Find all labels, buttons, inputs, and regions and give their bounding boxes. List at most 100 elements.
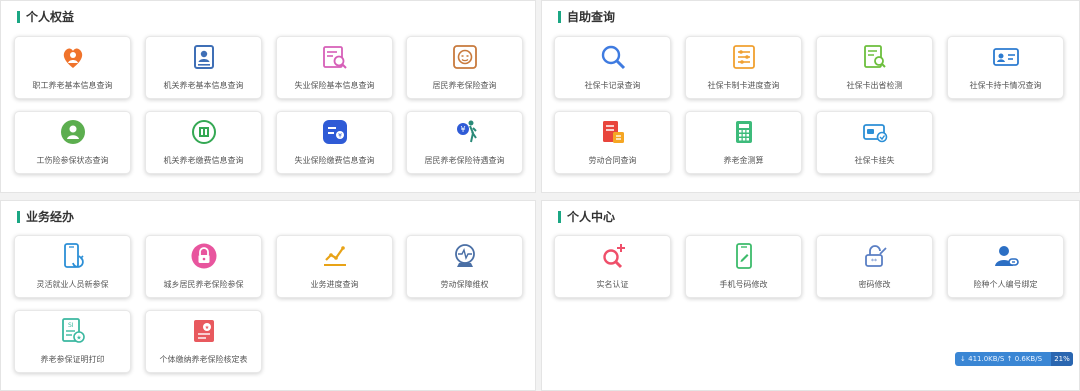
profile-card-icon xyxy=(190,43,218,71)
tile-unemployment-payment[interactable]: ¥ 失业保险缴费信息查询 xyxy=(276,111,393,174)
svg-text:★: ★ xyxy=(204,325,209,331)
tile-label: 实名认证 xyxy=(596,280,629,289)
tile-label: 居民养老保险待遇查询 xyxy=(424,156,505,165)
tile-label: 灵活就业人员新参保 xyxy=(36,280,109,289)
tile-label: 机关养老基本信息查询 xyxy=(163,81,244,90)
panel-personal-rights: 个人权益 职工养老基本信息查询 机关养老基本信息查询 失业保险基本信息查询 居民… xyxy=(0,0,536,193)
tile-label: 社保卡记录查询 xyxy=(584,81,641,90)
usage-percent: 21% xyxy=(1051,352,1073,366)
section-title: 个人中心 xyxy=(558,210,615,224)
card-report-icon xyxy=(861,118,889,146)
download-speed: 411.0KB/S xyxy=(968,355,1005,363)
tile-business-progress[interactable]: 业务进度查询 xyxy=(276,235,393,298)
tile-label: 社保卡出省检测 xyxy=(846,81,903,90)
tile-pension-calc[interactable]: 养老金测算 xyxy=(685,111,802,174)
tile-flexible-employment[interactable]: 灵活就业人员新参保 xyxy=(14,235,131,298)
panel-self-service: 自助查询 社保卡记录查询 社保卡制卡进度查询 社保卡出省检测 社保卡持卡情况查询… xyxy=(541,0,1080,193)
section-title: 自助查询 xyxy=(558,10,615,24)
calculator-icon xyxy=(730,118,758,146)
tile-real-name-auth[interactable]: 实名认证 xyxy=(554,235,671,298)
section-title-text: 个人中心 xyxy=(567,210,616,224)
tile-card-out-province[interactable]: 社保卡出省检测 xyxy=(816,36,933,99)
search-document-icon xyxy=(321,43,349,71)
stamp-form-icon: ★ xyxy=(190,317,218,345)
building-coin-icon xyxy=(190,118,218,146)
lock-circle-icon xyxy=(190,242,218,270)
checklist-search-icon xyxy=(861,43,889,71)
tile-resident-pension[interactable]: 居民养老保险查询 xyxy=(406,36,523,99)
tile-label: 养老参保证明打印 xyxy=(40,355,105,364)
svg-text:★: ★ xyxy=(76,335,81,342)
payment-list-icon: ¥ xyxy=(321,118,349,146)
tile-label: 劳动保障维权 xyxy=(440,280,489,289)
tile-label: 手机号码修改 xyxy=(719,280,768,289)
svg-text:¥: ¥ xyxy=(460,125,465,134)
tile-resident-pension-enroll[interactable]: 城乡居民养老保险参保 xyxy=(145,235,262,298)
tile-label: 失业保险基本信息查询 xyxy=(294,81,375,90)
magnifier-icon xyxy=(599,43,627,71)
tile-label: 险种个人编号绑定 xyxy=(973,280,1038,289)
panel-business: 业务经办 灵活就业人员新参保 城乡居民养老保险参保 业务进度查询 劳动保障维权 … xyxy=(0,200,536,391)
tile-injury-status[interactable]: 工伤险参保状态查询 xyxy=(14,111,131,174)
elder-walking-icon: ¥ xyxy=(451,118,479,146)
contract-icon xyxy=(599,118,627,146)
tile-label: 工伤险参保状态查询 xyxy=(36,156,109,165)
tile-card-loss[interactable]: 社保卡挂失 xyxy=(816,111,933,174)
scale-shield-icon xyxy=(451,242,479,270)
section-title-text: 个人权益 xyxy=(26,10,75,24)
svg-text:¥: ¥ xyxy=(338,133,342,140)
upload-speed: 0.6KB/S xyxy=(1014,355,1043,363)
tile-label: 职工养老基本信息查询 xyxy=(32,81,113,90)
download-arrow-icon: ↓ xyxy=(960,355,966,363)
progress-chart-icon xyxy=(321,242,349,270)
tile-employee-pension-info[interactable]: 职工养老基本信息查询 xyxy=(14,36,131,99)
tile-resident-pension-benefit[interactable]: ¥ 居民养老保险待遇查询 xyxy=(406,111,523,174)
tile-unemployment-info[interactable]: 失业保险基本信息查询 xyxy=(276,36,393,99)
tile-pension-certificate[interactable]: SI ★ 养老参保证明打印 xyxy=(14,310,131,373)
svg-text:SI: SI xyxy=(68,322,74,329)
tile-card-record[interactable]: 社保卡记录查询 xyxy=(554,36,671,99)
tile-label: 社保卡挂失 xyxy=(854,156,895,165)
network-speed-widget[interactable]: ↓ 411.0KB/S ↑ 0.6KB/S 21% xyxy=(955,352,1073,366)
tile-password-change[interactable]: ** 密码修改 xyxy=(816,235,933,298)
tile-labor-contract[interactable]: 劳动合同查询 xyxy=(554,111,671,174)
svg-text:**: ** xyxy=(871,258,877,265)
tile-gov-pension-info[interactable]: 机关养老基本信息查询 xyxy=(145,36,262,99)
tile-personal-number-bind[interactable]: 险种个人编号绑定 xyxy=(947,235,1064,298)
tile-phone-change[interactable]: 手机号码修改 xyxy=(685,235,802,298)
heart-person-icon xyxy=(59,43,87,71)
section-title: 业务经办 xyxy=(17,210,74,224)
section-title-text: 自助查询 xyxy=(567,10,616,24)
section-title: 个人权益 xyxy=(17,10,74,24)
tile-gov-pension-payment[interactable]: 机关养老缴费信息查询 xyxy=(145,111,262,174)
phone-edit-icon xyxy=(730,242,758,270)
worker-icon xyxy=(59,118,87,146)
id-card-icon xyxy=(992,43,1020,71)
tile-label: 劳动合同查询 xyxy=(588,156,637,165)
section-title-text: 业务经办 xyxy=(26,210,75,224)
tile-label: 个体缴纳养老保险核定表 xyxy=(159,355,248,364)
tile-card-progress[interactable]: 社保卡制卡进度查询 xyxy=(685,36,802,99)
tile-labor-rights[interactable]: 劳动保障维权 xyxy=(406,235,523,298)
upload-arrow-icon: ↑ xyxy=(1006,355,1013,363)
elder-face-icon xyxy=(451,43,479,71)
tile-card-holding[interactable]: 社保卡持卡情况查询 xyxy=(947,36,1064,99)
title-marker xyxy=(17,211,20,223)
phone-refresh-icon xyxy=(59,242,87,270)
tile-label: 居民养老保险查询 xyxy=(432,81,497,90)
tile-self-employed-pension-form[interactable]: ★ 个体缴纳养老保险核定表 xyxy=(145,310,262,373)
tile-label: 社保卡制卡进度查询 xyxy=(707,81,780,90)
certificate-icon: SI ★ xyxy=(59,317,87,345)
tile-label: 城乡居民养老保险参保 xyxy=(163,280,244,289)
title-marker xyxy=(558,11,561,23)
password-edit-icon: ** xyxy=(861,242,889,270)
tile-label: 密码修改 xyxy=(858,280,891,289)
tile-label: 社保卡持卡情况查询 xyxy=(969,81,1042,90)
tile-label: 机关养老缴费信息查询 xyxy=(163,156,244,165)
user-link-icon xyxy=(992,242,1020,270)
sliders-icon xyxy=(730,43,758,71)
title-marker xyxy=(17,11,20,23)
tile-label: 养老金测算 xyxy=(723,156,764,165)
search-plus-icon xyxy=(599,242,627,270)
tile-label: 业务进度查询 xyxy=(310,280,359,289)
